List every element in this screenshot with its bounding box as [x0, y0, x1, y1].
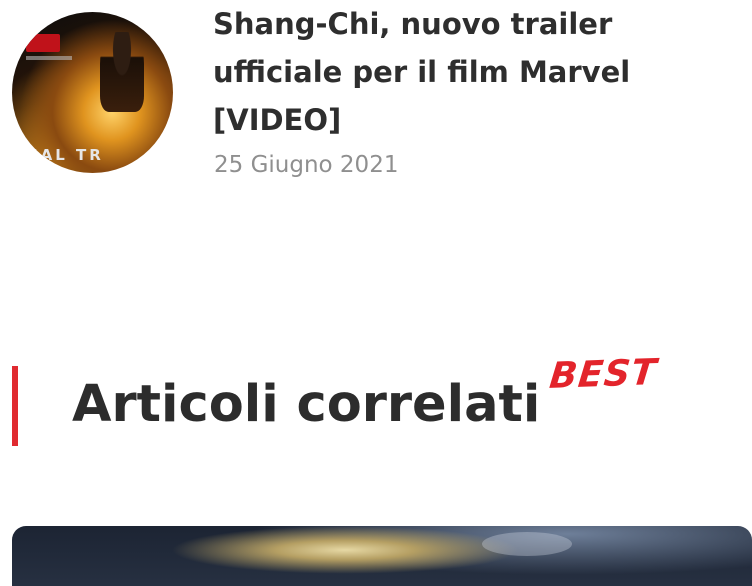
article-date: 25 Giugno 2021 — [214, 152, 399, 178]
related-article-card[interactable] — [12, 526, 752, 586]
article-title-link[interactable]: Shang-Chi, nuovo trailer ufficiale per i… — [213, 0, 663, 144]
article-teaser: CIAL TR Shang-Chi, nuovo trailer ufficia… — [12, 0, 752, 200]
thumbnail-caption: CIAL TR — [18, 146, 104, 164]
card-image-detail — [482, 532, 572, 556]
article-thumbnail[interactable]: CIAL TR — [12, 12, 173, 173]
movie-logo — [26, 34, 60, 52]
best-badge: BEST — [547, 352, 659, 397]
related-articles-header: Articoli correlati BEST — [0, 350, 752, 460]
movie-logo-subtitle — [26, 56, 72, 60]
section-title: Articoli correlati — [72, 375, 541, 434]
page: CIAL TR Shang-Chi, nuovo trailer ufficia… — [0, 0, 752, 586]
section-accent-bar — [12, 366, 18, 446]
hero-figure — [100, 32, 144, 112]
